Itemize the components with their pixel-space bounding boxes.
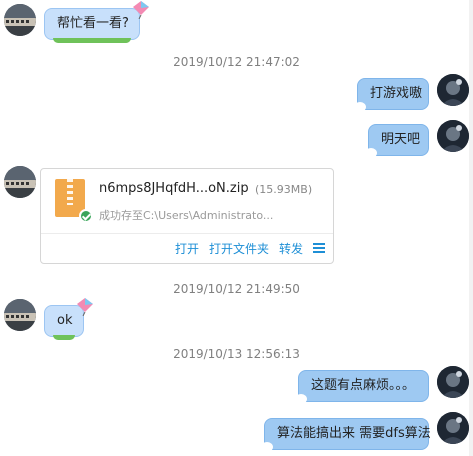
grass-decoration-icon [53, 38, 131, 43]
avatar-self[interactable] [437, 74, 469, 106]
message-bubble-incoming[interactable]: 帮忙看一看? [44, 1, 149, 43]
avatar-contact[interactable] [4, 166, 36, 198]
file-save-status: 成功存至C:\Users\Administrato... [99, 209, 274, 222]
message-text: 打游戏嗷 [370, 86, 423, 101]
message-bubble-outgoing[interactable]: 打游戏嗷 [348, 78, 429, 113]
menu-icon[interactable] [313, 243, 325, 253]
forward-link[interactable]: 转发 [279, 240, 303, 257]
cloud-icon [348, 102, 366, 113]
scrollbar[interactable] [469, 0, 473, 456]
timestamp: 2019/10/13 12:56:13 [173, 347, 300, 361]
kite-icon [133, 1, 149, 19]
success-check-icon [79, 209, 93, 223]
avatar-contact[interactable] [4, 299, 36, 331]
message-text: 帮忙看一看? [57, 16, 129, 31]
cloud-icon [359, 148, 377, 159]
timestamp: 2019/10/12 21:47:02 [173, 55, 300, 69]
divider [41, 233, 333, 234]
message-text: 这题有点麻烦。。。 [311, 378, 416, 393]
chat-window: 帮忙看一看? 2019/10/12 21:47:02 打游戏嗷 明天吧 n6mp… [0, 0, 473, 456]
file-name: n6mps8JHqfdH...oN.zip [99, 181, 249, 196]
timestamp: 2019/10/12 21:49:50 [173, 282, 300, 296]
grass-decoration-icon [53, 335, 75, 340]
message-bubble-incoming[interactable]: ok [44, 298, 93, 340]
open-file-link[interactable]: 打开 [175, 240, 199, 257]
cloud-icon [255, 442, 273, 453]
avatar-self[interactable] [437, 120, 469, 152]
message-text: 算法能搞出来 需要dfs算法 [277, 426, 431, 441]
message-bubble-outgoing[interactable]: 这题有点麻烦。。。 [289, 370, 429, 405]
message-bubble-outgoing[interactable]: 明天吧 [359, 124, 429, 159]
message-text: 明天吧 [381, 132, 421, 147]
avatar-self[interactable] [437, 412, 469, 444]
message-bubble-outgoing[interactable]: 算法能搞出来 需要dfs算法 [255, 418, 431, 453]
file-size: (15.93MB) [255, 183, 313, 196]
zip-file-icon [55, 179, 93, 223]
avatar-self[interactable] [437, 366, 469, 398]
open-folder-link[interactable]: 打开文件夹 [209, 240, 269, 257]
kite-icon [77, 298, 93, 316]
avatar-contact[interactable] [4, 4, 36, 36]
cloud-icon [289, 394, 307, 405]
file-message-card[interactable]: n6mps8JHqfdH...oN.zip (15.93MB) 成功存至C:\U… [40, 168, 334, 264]
message-text: ok [57, 313, 73, 328]
